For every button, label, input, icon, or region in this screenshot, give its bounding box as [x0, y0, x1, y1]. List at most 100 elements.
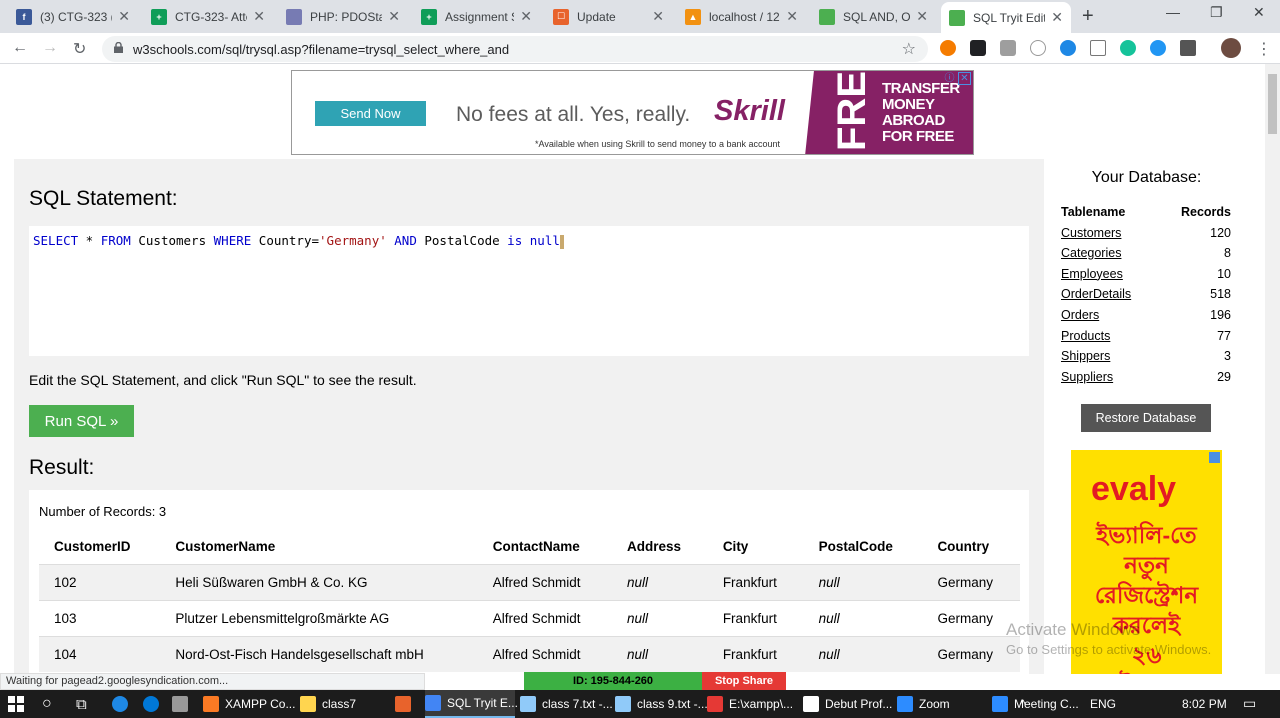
table-cell: 103: [39, 599, 161, 636]
extension-icon[interactable]: [1030, 40, 1046, 56]
extension-icon[interactable]: [970, 40, 986, 56]
stop-share-button[interactable]: Stop Share: [702, 672, 786, 690]
table-link-employees[interactable]: Employees: [1061, 264, 1123, 285]
browser-tab[interactable]: PHP: PDOState ✕: [278, 4, 408, 29]
tray-language[interactable]: ENG: [1090, 697, 1116, 711]
maximize-button[interactable]: ❐: [1210, 4, 1223, 21]
restore-database-button[interactable]: Restore Database: [1081, 404, 1211, 432]
ad-send-now-button[interactable]: Send Now: [315, 101, 426, 126]
edge-icon[interactable]: [143, 690, 165, 718]
new-tab-button[interactable]: +: [1082, 5, 1094, 28]
scrollbar-thumb[interactable]: [1268, 74, 1277, 134]
browser-tab[interactable]: + CTG-323- Atte ✕: [143, 4, 273, 29]
table-link-suppliers[interactable]: Suppliers: [1061, 367, 1113, 388]
record-count: 3: [1224, 349, 1231, 364]
back-icon[interactable]: ←: [12, 39, 28, 57]
extension-icon[interactable]: [1060, 40, 1076, 56]
profile-avatar[interactable]: [1221, 38, 1241, 58]
taskbar-app[interactable]: SQL Tryit E...: [425, 690, 518, 718]
table-cell: null: [612, 635, 708, 672]
mail-extension-icon[interactable]: [1090, 40, 1106, 56]
tab-close-icon[interactable]: ✕: [652, 8, 664, 25]
tab-close-icon[interactable]: ✕: [253, 8, 265, 25]
app-icon[interactable]: [172, 690, 194, 718]
table-cell: null: [803, 563, 923, 600]
skrill-logo: Skrill: [714, 95, 785, 127]
run-sql-button[interactable]: Run SQL »: [29, 405, 134, 437]
taskbar-app[interactable]: Zoom: [897, 690, 985, 718]
table-link-products[interactable]: Products: [1061, 326, 1110, 347]
taskbar-app[interactable]: [395, 690, 423, 718]
tab-close-icon[interactable]: ✕: [118, 8, 130, 25]
app-icon[interactable]: [112, 690, 134, 718]
tab-close-icon[interactable]: ✕: [388, 8, 400, 25]
extension-icon[interactable]: [1150, 40, 1166, 56]
taskbar-app-label: XAMPP Co...: [225, 697, 296, 711]
browser-tab[interactable]: + Assignment Sh ✕: [413, 4, 540, 29]
ad-info-icon[interactable]: [1209, 452, 1220, 463]
tab-close-icon[interactable]: ✕: [916, 8, 928, 25]
tab-close-icon[interactable]: ✕: [786, 8, 798, 25]
browser-tab[interactable]: SQL Tryit Edito ✕: [941, 2, 1071, 33]
taskbar-app[interactable]: class 7.txt -...: [520, 690, 613, 718]
table-link-orders[interactable]: Orders: [1061, 305, 1099, 326]
notifications-icon[interactable]: ▭: [1243, 695, 1256, 712]
bookmark-star-icon[interactable]: ☆: [902, 39, 916, 59]
ad-message: No fees at all. Yes, really.: [456, 103, 691, 126]
table-cell: Alfred Schmidt: [477, 563, 613, 600]
evaly-ad[interactable]: evaly ইভ্যালি-তেনতুনরেজিস্ট্রেশনকরলেই২৬ট…: [1071, 450, 1222, 674]
taskbar-app[interactable]: E:\xampp\...: [707, 690, 797, 718]
taskbar-app[interactable]: class7: [300, 690, 390, 718]
tab-favicon-icon: +: [151, 8, 167, 25]
taskbar-app[interactable]: class 9.txt -...: [615, 690, 708, 718]
tab-favicon-icon: [286, 8, 302, 25]
database-panel: Your Database: Tablename Records Custome…: [1044, 159, 1249, 674]
tray-clock[interactable]: 8:02 PM: [1182, 697, 1227, 711]
tab-title: localhost / 127: [709, 9, 781, 24]
status-bar: Waiting for pagead2.googlesyndication.co…: [0, 673, 425, 690]
browser-tab[interactable]: SQL AND, OR, ✕: [811, 4, 936, 29]
page-scrollbar[interactable]: [1265, 64, 1280, 674]
close-window-button[interactable]: ✕: [1253, 4, 1265, 21]
tab-strip: + — ❐ ✕ f(3) CTG-323 (A✕+CTG-323- Atte✕P…: [0, 0, 1280, 33]
tab-close-icon[interactable]: ✕: [520, 8, 532, 25]
table-link-customers[interactable]: Customers: [1061, 223, 1121, 244]
table-link-shippers[interactable]: Shippers: [1061, 346, 1110, 367]
table-cell: Frankfurt: [707, 599, 804, 636]
share-id: ID: 195-844-260: [524, 672, 702, 690]
forward-icon[interactable]: →: [42, 39, 58, 57]
tab-close-icon[interactable]: ✕: [1051, 9, 1063, 26]
search-icon[interactable]: ○: [42, 690, 52, 718]
browser-tab[interactable]: ☐ Update ✕: [545, 4, 672, 29]
column-header: City: [722, 539, 749, 555]
camera-extension-icon[interactable]: [1000, 40, 1016, 56]
browser-tab[interactable]: f (3) CTG-323 (A ✕: [8, 4, 138, 29]
evaly-line: রেজিস্ট্রেশন: [1094, 582, 1199, 608]
grammarly-icon[interactable]: [1120, 40, 1136, 56]
menu-icon[interactable]: ⋮: [1256, 39, 1272, 59]
taskbar-app[interactable]: XAMPP Co...: [203, 690, 295, 718]
column-header: PostalCode: [818, 539, 893, 555]
reload-icon[interactable]: ↻: [73, 39, 86, 59]
taskbar-app[interactable]: Debut Prof...: [803, 690, 893, 718]
taskbar-app[interactable]: Meeting C...: [992, 690, 1082, 718]
address-bar[interactable]: w3schools.com/sql/trysql.asp?filename=tr…: [102, 36, 928, 62]
database-table-row: OrderDetails 518: [1061, 284, 1231, 305]
app-icon: [425, 695, 441, 711]
extension-icon[interactable]: [940, 40, 956, 56]
windows-taskbar: ○ ⧉ ^ ENG 8:02 PM ▭ XAMPP Co... class7 SQL…: [0, 690, 1280, 718]
facebook-extension-icon[interactable]: [1180, 40, 1196, 56]
minimize-button[interactable]: —: [1166, 4, 1180, 20]
database-table-row: Shippers 3: [1061, 346, 1231, 367]
sql-editor[interactable]: SELECT * FROM Customers WHERE Country='G…: [29, 226, 1029, 356]
taskbar-app-label: Zoom: [919, 697, 950, 711]
table-link-orderdetails[interactable]: OrderDetails: [1061, 284, 1131, 305]
start-icon[interactable]: [8, 690, 24, 718]
table-link-categories[interactable]: Categories: [1061, 243, 1121, 264]
ad-info-icon[interactable]: ⓘ: [943, 72, 956, 85]
task-view-icon[interactable]: ⧉: [76, 690, 87, 718]
editor-panel: SQL Statement: SELECT * FROM Customers W…: [14, 159, 1044, 674]
skrill-ad-banner[interactable]: Send Now No fees at all. Yes, really. Sk…: [291, 70, 974, 155]
ad-close-icon[interactable]: ✕: [958, 72, 971, 85]
browser-tab[interactable]: ▲ localhost / 127 ✕: [677, 4, 806, 29]
